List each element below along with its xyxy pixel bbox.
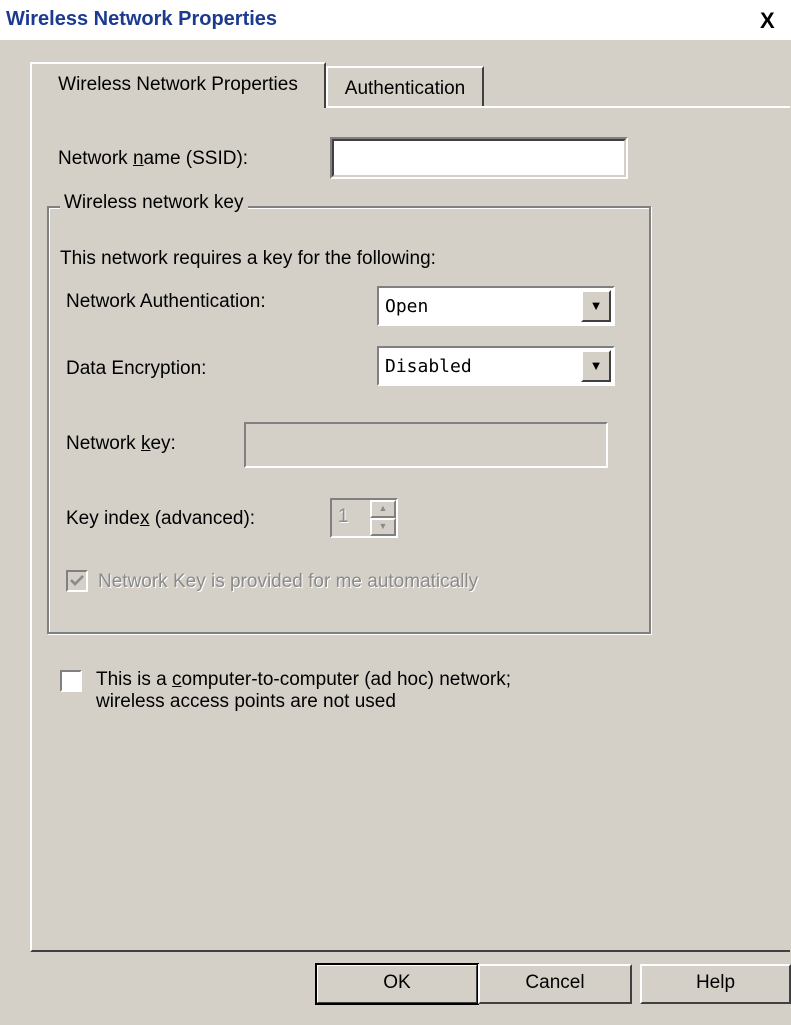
tab-label: Wireless Network Properties — [58, 74, 298, 95]
tab-label: Authentication — [344, 78, 466, 99]
ssid-input[interactable] — [330, 137, 628, 179]
checkmark-icon — [70, 575, 84, 586]
window-title: Wireless Network Properties — [6, 8, 278, 30]
spin-up-icon: ▲ — [378, 503, 388, 513]
auto-key-label: Network Key is provided for me automatic… — [98, 571, 479, 592]
ok-button[interactable]: OK — [315, 963, 479, 1005]
tab-wireless-network-properties[interactable]: Wireless Network Properties — [30, 62, 326, 108]
cancel-button[interactable]: Cancel — [478, 964, 632, 1004]
key-index-spinner[interactable]: 1 ▲ ▼ — [330, 498, 398, 538]
spin-up-button[interactable]: ▲ — [370, 500, 396, 518]
spin-down-icon: ▼ — [378, 521, 388, 531]
auth-dropdown-button[interactable]: ▼ — [581, 290, 611, 322]
adhoc-label-line1: This is a computer-to-computer (ad hoc) … — [96, 669, 511, 690]
help-button[interactable]: Help — [640, 964, 791, 1004]
encryption-selected-value: Disabled — [385, 356, 472, 377]
wireless-key-groupbox — [47, 206, 651, 634]
close-icon: X — [760, 8, 775, 33]
key-index-value: 1 — [338, 506, 349, 527]
key-description: This network requires a key for the foll… — [60, 248, 436, 269]
encryption-select[interactable]: Disabled ▼ — [377, 346, 615, 386]
adhoc-checkbox[interactable] — [60, 670, 82, 692]
tab-authentication[interactable]: Authentication — [326, 66, 484, 106]
encryption-label: Data Encryption: — [66, 358, 207, 379]
auth-label: Network Authentication: — [66, 291, 266, 312]
ssid-label: Network name (SSID): — [58, 148, 249, 169]
auto-key-checkbox[interactable] — [66, 570, 88, 592]
chevron-down-icon: ▼ — [589, 298, 603, 313]
adhoc-label-line2: wireless access points are not used — [96, 691, 396, 712]
auth-select[interactable]: Open ▼ — [377, 286, 615, 326]
key-index-label: Key index (advanced): — [66, 508, 256, 529]
groupbox-legend: Wireless network key — [60, 192, 248, 214]
auth-selected-value: Open — [385, 296, 429, 317]
spin-down-button[interactable]: ▼ — [370, 518, 396, 536]
network-key-input[interactable] — [244, 422, 608, 468]
close-button[interactable]: X — [760, 9, 790, 35]
adhoc-label: This is a computer-to-computer (ad hoc) … — [96, 669, 511, 713]
encryption-dropdown-button[interactable]: ▼ — [581, 350, 611, 382]
chevron-down-icon: ▼ — [589, 358, 603, 373]
network-key-label: Network key: — [66, 433, 176, 454]
